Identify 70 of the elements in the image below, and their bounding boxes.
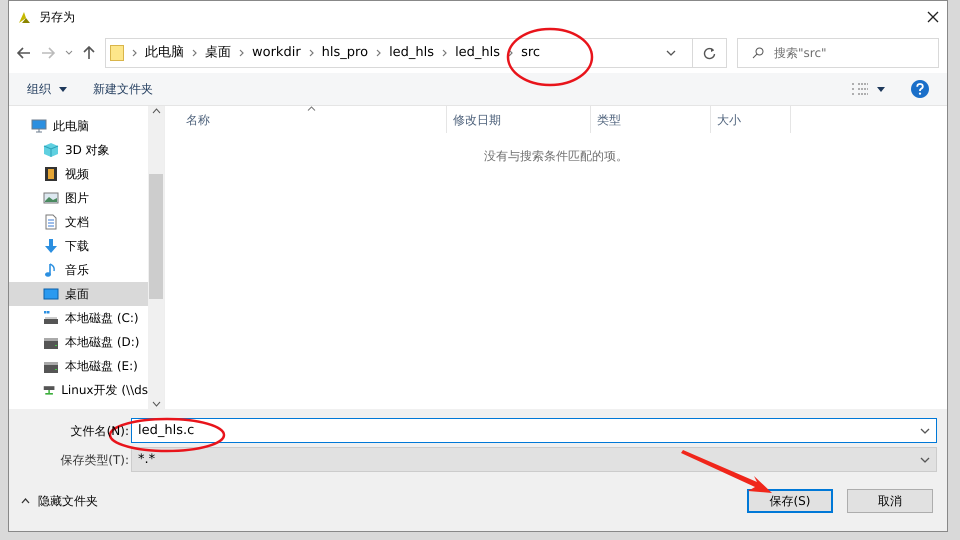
column-header[interactable]: 名称 [165, 106, 447, 133]
file-type-dropdown[interactable]: *.* [131, 447, 937, 472]
caret-icon [877, 86, 885, 92]
recent-dropdown-icon[interactable] [65, 50, 73, 56]
drive-icon [43, 310, 59, 326]
hide-folders-toggle[interactable]: 隐藏文件夹 [21, 492, 98, 510]
file-name-field[interactable]: led_hls.c [131, 418, 937, 443]
download-icon [43, 238, 59, 254]
breadcrumb-item[interactable]: workdir [252, 43, 301, 63]
breadcrumb-item[interactable]: src [521, 43, 540, 63]
chevron-icon[interactable] [376, 49, 382, 57]
breadcrumb-item[interactable]: led_hls [389, 43, 434, 63]
sidebar-item[interactable]: 下载 [9, 234, 148, 258]
back-icon[interactable] [17, 47, 31, 59]
breadcrumb-item[interactable]: 此电脑 [145, 43, 184, 63]
breadcrumb-item[interactable]: 桌面 [205, 43, 231, 63]
chevron-up-icon [21, 498, 30, 504]
search-field[interactable]: 搜索"src" [737, 38, 939, 68]
up-icon[interactable] [83, 46, 95, 60]
chevron-icon[interactable] [308, 49, 314, 57]
chevron-icon[interactable] [132, 49, 137, 57]
sidebar-item[interactable]: 文档 [9, 210, 148, 234]
dropdown-icon[interactable] [920, 428, 930, 434]
folder-icon [110, 45, 124, 61]
forward-icon [41, 47, 55, 59]
sidebar-item[interactable]: 3D 对象 [9, 138, 148, 162]
column-header[interactable]: 类型 [591, 106, 711, 133]
sidebar-item[interactable]: 音乐 [9, 258, 148, 282]
search-icon [752, 47, 764, 59]
help-icon[interactable] [911, 80, 929, 98]
column-header[interactable]: 修改日期 [447, 106, 591, 133]
new-folder-button[interactable]: 新建文件夹 [93, 80, 153, 98]
dialog-button[interactable]: 取消 [847, 489, 933, 513]
sidebar-item[interactable]: 桌面 [9, 282, 148, 306]
view-menu[interactable] [851, 82, 885, 96]
sidebar-item[interactable]: 本地磁盘 (E:) [9, 354, 148, 378]
sidebar-item[interactable]: 本地磁盘 (D:) [9, 330, 148, 354]
close-icon[interactable] [927, 11, 939, 23]
refresh-icon[interactable] [703, 46, 716, 60]
sidebar-item[interactable]: 视频 [9, 162, 148, 186]
sidebar-item[interactable]: 此电脑 [9, 114, 148, 138]
picture-icon [43, 190, 59, 206]
document-icon [43, 214, 59, 230]
column-header[interactable]: 大小 [711, 106, 791, 133]
address-bar[interactable]: 此电脑 桌面 workdir hls_pro led_hls led_hls src [105, 38, 727, 68]
sidebar-item[interactable]: 图片 [9, 186, 148, 210]
empty-message: 没有与搜索条件匹配的项。 [484, 149, 628, 163]
scrollbar[interactable] [148, 106, 164, 409]
breadcrumb-item[interactable]: led_hls [455, 43, 500, 63]
dropdown-icon[interactable] [666, 50, 676, 56]
scroll-up-icon[interactable] [152, 108, 160, 114]
sidebar-item[interactable]: Linux开发 (\\ds [9, 378, 148, 402]
chevron-icon[interactable] [239, 49, 244, 57]
cube-icon [43, 142, 59, 158]
chevron-icon[interactable] [192, 49, 197, 57]
desktop-icon [43, 286, 59, 302]
chevron-icon[interactable] [442, 49, 448, 57]
field-label: 保存类型(T): [59, 452, 129, 468]
app-icon [17, 10, 31, 24]
dialog-button[interactable]: 保存(S) [747, 489, 833, 513]
sidebar-item[interactable]: 本地磁盘 (C:) [9, 306, 148, 330]
caret-icon [59, 86, 67, 92]
breadcrumb-item[interactable]: hls_pro [322, 43, 368, 63]
window-title: 另存为 [39, 9, 75, 26]
scroll-down-icon[interactable] [152, 401, 160, 407]
organize-menu[interactable]: 组织 [27, 80, 67, 98]
chevron-icon[interactable] [508, 49, 514, 57]
dropdown-icon[interactable] [920, 456, 930, 462]
computer-icon [31, 118, 47, 134]
film-icon [43, 166, 59, 182]
